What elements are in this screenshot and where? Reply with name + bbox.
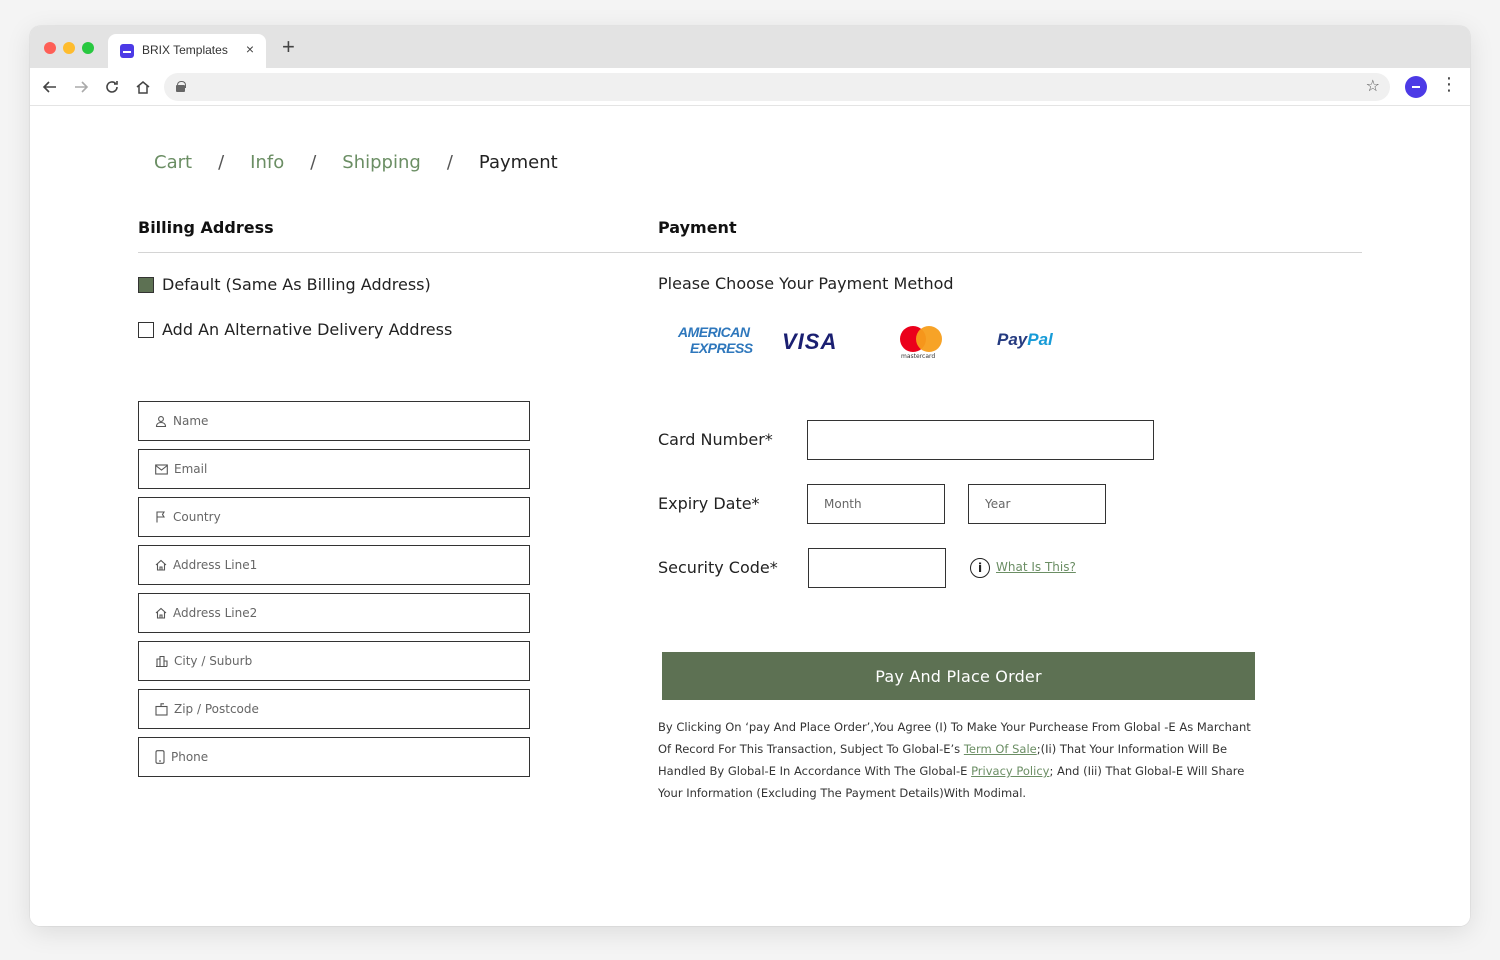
default-address-option[interactable]: Default (Same As Billing Address) [138, 275, 431, 294]
home-button[interactable] [131, 75, 155, 99]
visa-logo-icon[interactable]: VISA [782, 329, 837, 355]
paypal-logo-text-pal: Pal [1027, 330, 1053, 349]
reload-icon [106, 81, 118, 93]
minimize-window-button[interactable] [63, 42, 75, 54]
brix-favicon-icon [120, 44, 134, 58]
arrow-right-icon [75, 81, 89, 93]
amex-logo-icon[interactable]: AMERICAN EXPRESS [678, 324, 753, 356]
mail-icon [155, 463, 168, 475]
arrow-left-icon [42, 81, 56, 93]
breadcrumb-payment: Payment [478, 152, 558, 173]
month-placeholder: Month [824, 497, 862, 511]
payment-title: Payment [658, 218, 737, 237]
home-icon [136, 81, 150, 94]
new-tab-button[interactable]: + [282, 36, 295, 58]
amex-logo-line2: EXPRESS [690, 340, 753, 356]
zip-postcode-field[interactable]: Zip / Postcode [138, 689, 530, 729]
billing-address-title: Billing Address [138, 218, 274, 237]
expiry-year-input[interactable]: Year [968, 484, 1106, 524]
info-icon[interactable]: i [970, 558, 990, 578]
country-placeholder: Country [173, 510, 221, 524]
zip-postcode-placeholder: Zip / Postcode [174, 702, 259, 716]
security-code-input[interactable] [808, 548, 946, 588]
address-line1-placeholder: Address Line1 [173, 558, 258, 572]
alternative-address-checkbox[interactable] [138, 321, 154, 338]
breadcrumb-info[interactable]: Info [250, 152, 284, 173]
security-code-label: Security Code* [658, 558, 778, 577]
mastercard-orange-circle [916, 326, 942, 352]
tab-close-icon[interactable]: × [246, 41, 254, 57]
phone-icon [155, 750, 165, 764]
alternative-address-option[interactable]: Add An Alternative Delivery Address [138, 320, 452, 339]
phone-field[interactable]: Phone [138, 737, 530, 777]
tab-bar: BRIX Templates × + [30, 26, 1470, 68]
reload-button[interactable] [100, 75, 124, 99]
profile-avatar[interactable] [1405, 76, 1427, 98]
checkout-page: Cart / Info / Shipping / Payment Billing… [30, 106, 1470, 926]
mailbox-icon [155, 702, 168, 716]
browser-menu-icon[interactable]: ⋮ [1440, 75, 1458, 93]
user-icon [155, 416, 167, 427]
card-number-label: Card Number* [658, 430, 773, 449]
lock-icon [176, 81, 186, 92]
flag-icon [156, 511, 165, 523]
year-placeholder: Year [985, 497, 1011, 511]
breadcrumb-separator: / [310, 152, 317, 173]
paypal-logo-icon[interactable]: PayPal [997, 330, 1053, 350]
city-suburb-placeholder: City / Suburb [174, 654, 253, 668]
breadcrumb-cart[interactable]: Cart [154, 152, 192, 173]
section-divider [138, 252, 1362, 253]
home-icon [155, 559, 167, 571]
what-is-this-link[interactable]: What Is This? [996, 560, 1076, 574]
alternative-address-label: Add An Alternative Delivery Address [162, 320, 453, 339]
country-field[interactable]: Country [138, 497, 530, 537]
term-of-sale-link[interactable]: Term Of Sale [964, 742, 1037, 756]
pay-and-place-order-button[interactable]: Pay And Place Order [662, 652, 1255, 700]
paypal-logo-text-pay: Pay [997, 330, 1028, 349]
city-suburb-field[interactable]: City / Suburb [138, 641, 530, 681]
home-icon [155, 607, 167, 619]
address-line2-field[interactable]: Address Line2 [138, 593, 530, 633]
maximize-window-button[interactable] [82, 42, 94, 54]
mastercard-logo-icon[interactable]: mastercard [900, 326, 948, 360]
privacy-policy-link[interactable]: Privacy Policy [971, 764, 1049, 778]
amex-logo-line1: AMERICAN [678, 324, 750, 340]
forward-button[interactable] [69, 75, 93, 99]
expiry-date-label: Expiry Date* [658, 494, 760, 513]
browser-tab[interactable]: BRIX Templates × [108, 34, 266, 68]
back-button[interactable] [38, 75, 62, 99]
expiry-month-input[interactable]: Month [807, 484, 945, 524]
payment-method-prompt: Please Choose Your Payment Method [658, 274, 954, 293]
phone-placeholder: Phone [171, 750, 209, 764]
breadcrumb-separator: / [218, 152, 225, 173]
address-line1-field[interactable]: Address Line1 [138, 545, 530, 585]
name-placeholder: Name [173, 414, 209, 428]
address-bar[interactable]: ☆ [164, 73, 1390, 101]
legal-notice: By Clicking On ‘pay And Place Order’,You… [658, 716, 1258, 804]
breadcrumb-shipping[interactable]: Shipping [342, 152, 421, 173]
close-window-button[interactable] [44, 42, 56, 54]
email-placeholder: Email [174, 462, 208, 476]
browser-toolbar: ☆ ⋮ [30, 68, 1470, 106]
mastercard-logo-text: mastercard [901, 353, 936, 360]
address-line2-placeholder: Address Line2 [173, 606, 258, 620]
breadcrumb: Cart / Info / Shipping / Payment [154, 152, 558, 173]
name-field[interactable]: Name [138, 401, 530, 441]
breadcrumb-separator: / [446, 152, 453, 173]
tab-title: BRIX Templates [142, 43, 228, 57]
browser-window: BRIX Templates × + ☆ ⋮ Cart / Info / Shi… [30, 26, 1470, 926]
default-address-checkbox[interactable] [138, 276, 154, 293]
building-icon [156, 655, 168, 667]
email-field[interactable]: Email [138, 449, 530, 489]
bookmark-star-icon[interactable]: ☆ [1366, 76, 1380, 96]
default-address-label: Default (Same As Billing Address) [162, 275, 431, 294]
card-number-input[interactable] [807, 420, 1154, 460]
